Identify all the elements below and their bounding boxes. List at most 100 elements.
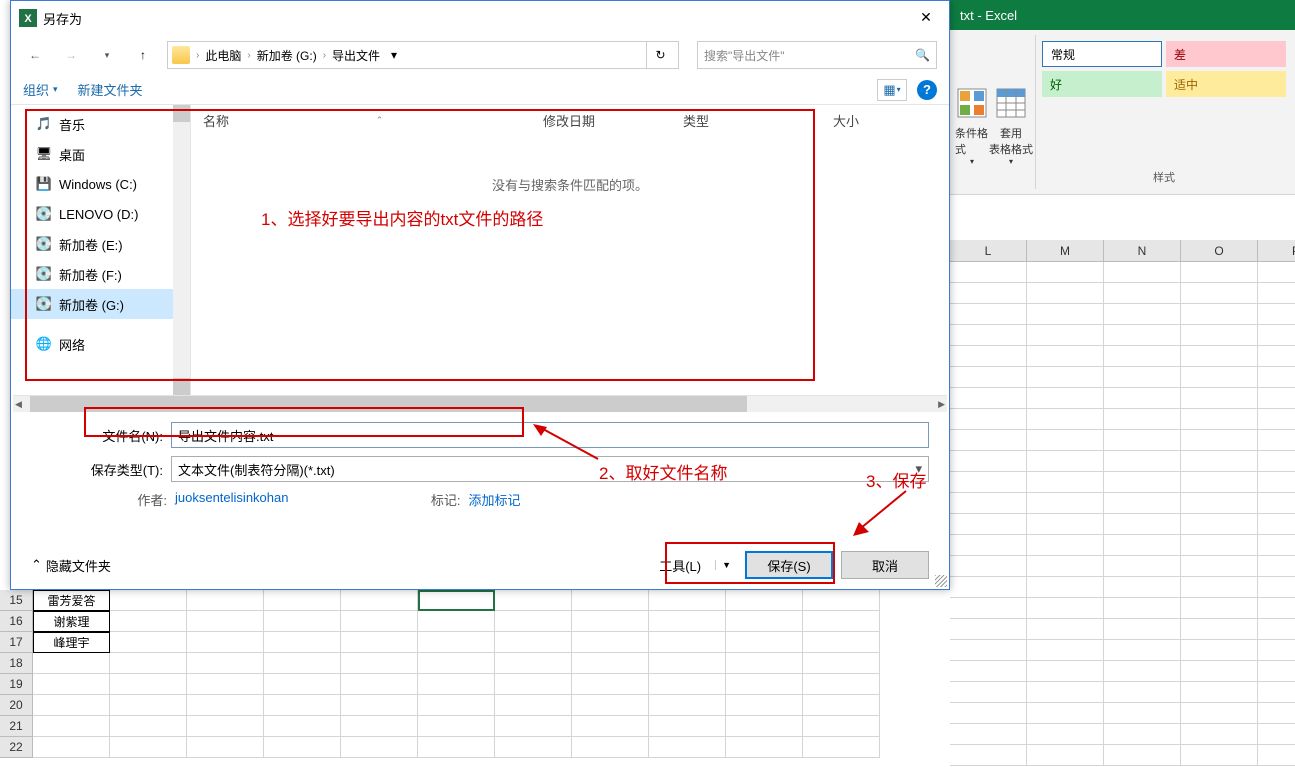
cancel-button[interactable]: 取消 (841, 551, 929, 579)
tools-button[interactable]: 工具(L) (659, 556, 701, 575)
address-dropdown[interactable]: ▾ (384, 41, 404, 69)
sidebar-item-drive-d[interactable]: 💽LENOVO (D:) (11, 199, 190, 229)
grid-icon (956, 87, 988, 119)
sidebar-item-drive-e[interactable]: 💽新加卷 (E:) (11, 229, 190, 259)
arrow-icon (533, 424, 603, 464)
sidebar-item-drive-f[interactable]: 💽新加卷 (F:) (11, 259, 190, 289)
row-header[interactable]: 16 (0, 611, 33, 632)
col-header[interactable]: P (1258, 240, 1295, 261)
list-header: 名称⌃ 修改日期 类型 大小 (191, 105, 949, 135)
sort-asc-icon: ⌃ (376, 115, 384, 126)
tag-value[interactable]: 添加标记 (468, 490, 520, 509)
cell[interactable]: 谢紫理 (33, 611, 110, 632)
arrow-icon (851, 486, 911, 536)
col-header[interactable]: M (1027, 240, 1104, 261)
search-icon: 🔍 (915, 48, 930, 62)
form-area: 文件名(N): 导出文件内容.txt 保存类型(T): 文本文件(制表符分隔)(… (11, 412, 949, 513)
save-button[interactable]: 保存(S) (745, 551, 833, 579)
chevron-right-icon: › (196, 50, 199, 61)
dialog-titlebar: X 另存为 ✕ (11, 1, 949, 35)
network-icon: 🌐 (35, 335, 53, 353)
file-list: 名称⌃ 修改日期 类型 大小 没有与搜索条件匹配的项。 1、选择好要导出内容的t… (191, 105, 949, 395)
style-normal[interactable]: 常规 (1042, 41, 1162, 67)
style-mid[interactable]: 适中 (1166, 71, 1286, 97)
table-icon (995, 87, 1027, 119)
up-button[interactable]: ↑ (131, 43, 155, 67)
hide-folders-button[interactable]: ⌃隐藏文件夹 (31, 556, 111, 575)
sidebar-item-music[interactable]: 🎵音乐 (11, 109, 190, 139)
author-label: 作者: (31, 490, 175, 509)
desktop-icon: 🖥 (35, 145, 53, 163)
horizontal-scrollbar[interactable] (13, 395, 947, 412)
refresh-button[interactable]: ↻ (646, 41, 674, 69)
annotation-1: 1、选择好要导出内容的txt文件的路径 (261, 205, 543, 230)
excel-ribbon: 条件格式 ▾ 套用 表格格式 ▾ 常规 差 好 适中 样式 (950, 30, 1295, 195)
help-button[interactable]: ? (917, 80, 937, 100)
new-folder-button[interactable]: 新建文件夹 (78, 80, 143, 99)
col-name[interactable]: 名称⌃ (191, 111, 531, 130)
close-button[interactable]: ✕ (903, 1, 949, 33)
style-good[interactable]: 好 (1042, 71, 1162, 97)
col-header[interactable]: L (950, 240, 1027, 261)
sidebar-item-drive-g[interactable]: 💽新加卷 (G:) (11, 289, 190, 319)
tag-label: 标记: (408, 490, 468, 509)
sidebar-scrollbar[interactable] (173, 105, 190, 395)
col-size[interactable]: 大小 (821, 111, 901, 130)
view-button[interactable]: ▦▾ (877, 79, 907, 101)
visible-rows: 15雷芳爱答 16谢紫理 17峰理宇 18 19 20 21 22 (0, 590, 1295, 758)
organize-button[interactable]: 组织▾ (23, 80, 58, 99)
savetype-label: 保存类型(T): (31, 460, 171, 479)
col-type[interactable]: 类型 (671, 111, 821, 130)
drive-icon: 💽 (35, 295, 53, 313)
resize-grip[interactable] (935, 575, 947, 587)
label: 套用 表格格式 (989, 125, 1033, 157)
group-label: 样式 (1153, 169, 1175, 185)
table-format-button[interactable]: 套用 表格格式 ▾ (989, 35, 1033, 170)
nav-bar: ← → ▾ ↑ › 此电脑 › 新加卷 (G:) › 导出文件 ▾ ↻ 搜索"导… (11, 35, 949, 75)
col-date[interactable]: 修改日期 (531, 111, 671, 130)
cell[interactable]: 峰理宇 (33, 632, 110, 653)
cell-styles: 常规 差 好 适中 样式 (1038, 35, 1290, 189)
tools-dropdown[interactable]: ▼ (715, 560, 737, 570)
row-header[interactable]: 21 (0, 716, 33, 737)
excel-icon: X (19, 9, 37, 27)
sidebar: 🎵音乐 🖥桌面 💾Windows (C:) 💽LENOVO (D:) 💽新加卷 … (11, 105, 191, 395)
row-header[interactable]: 22 (0, 737, 33, 758)
breadcrumb-item[interactable]: 新加卷 (G:) (257, 47, 317, 64)
col-header[interactable]: O (1181, 240, 1258, 261)
row-header[interactable]: 18 (0, 653, 33, 674)
back-button[interactable]: ← (23, 43, 47, 67)
dialog-footer: ⌃隐藏文件夹 工具(L) ▼ 保存(S) 取消 (11, 551, 949, 579)
sidebar-item-desktop[interactable]: 🖥桌面 (11, 139, 190, 169)
dialog-title: 另存为 (43, 9, 82, 28)
row-header[interactable]: 15 (0, 590, 33, 611)
label: 条件格式 (955, 125, 989, 157)
search-placeholder: 搜索"导出文件" (704, 47, 785, 64)
selected-cell[interactable] (418, 590, 495, 611)
chevron-right-icon: › (247, 50, 250, 61)
drive-icon: 💽 (35, 205, 53, 223)
forward-button[interactable]: → (59, 43, 83, 67)
conditional-format-button[interactable]: 条件格式 ▾ (955, 35, 989, 170)
search-input[interactable]: 搜索"导出文件" 🔍 (697, 41, 937, 69)
col-header[interactable]: N (1104, 240, 1181, 261)
sidebar-item-network[interactable]: 🌐网络 (11, 329, 190, 359)
author-value[interactable]: juoksentelisinkohan (175, 490, 288, 509)
recent-dropdown[interactable]: ▾ (95, 43, 119, 67)
style-bad[interactable]: 差 (1166, 41, 1286, 67)
row-header[interactable]: 17 (0, 632, 33, 653)
excel-titlebar: txt - Excel (950, 0, 1295, 30)
cell[interactable]: 雷芳爱答 (33, 590, 110, 611)
chevron-right-icon: › (323, 50, 326, 61)
empty-message: 没有与搜索条件匹配的项。 (191, 175, 949, 194)
music-icon: 🎵 (35, 115, 53, 133)
row-header[interactable]: 19 (0, 674, 33, 695)
folder-icon (172, 46, 190, 64)
sidebar-item-drive-c[interactable]: 💾Windows (C:) (11, 169, 190, 199)
address-bar[interactable]: › 此电脑 › 新加卷 (G:) › 导出文件 ▾ ↻ (167, 41, 679, 69)
breadcrumb-item[interactable]: 此电脑 (205, 47, 241, 64)
breadcrumb-item[interactable]: 导出文件 (332, 47, 380, 64)
drive-icon: 💽 (35, 235, 53, 253)
annotation-2: 2、取好文件名称 (599, 459, 727, 484)
row-header[interactable]: 20 (0, 695, 33, 716)
